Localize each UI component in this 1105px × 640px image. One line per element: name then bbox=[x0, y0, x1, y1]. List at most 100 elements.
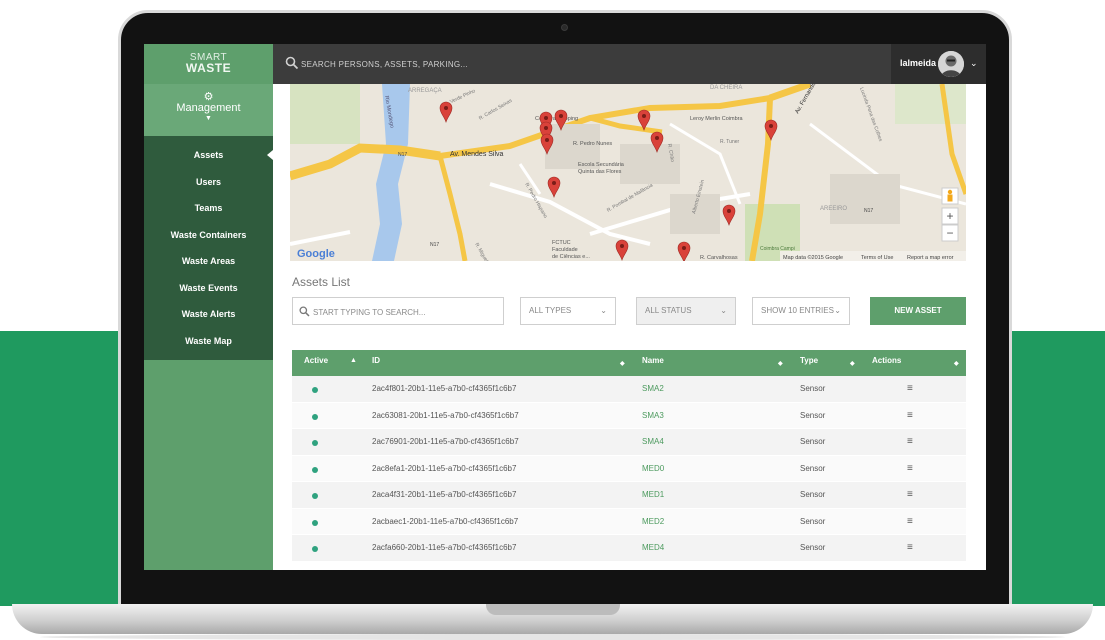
sidebar-item-waste-events[interactable]: Waste Events bbox=[144, 275, 273, 302]
sidebar-item-waste-areas[interactable]: Waste Areas bbox=[144, 248, 273, 275]
sidebar-item-assets[interactable]: Assets bbox=[144, 142, 273, 169]
chevron-down-icon: ⌄ bbox=[970, 58, 978, 68]
table-row[interactable]: 2acfa660-20b1-11e5-a7b0-cf4365f1c6b7 MED4… bbox=[292, 535, 966, 562]
entries-select[interactable]: SHOW 10 ENTRIES ⌄ bbox=[752, 297, 850, 325]
new-asset-button[interactable]: NEW ASSET bbox=[870, 297, 966, 325]
brand-logo[interactable]: SMART WASTE bbox=[144, 44, 273, 84]
management-section-toggle[interactable]: ⚙ Management ▼ bbox=[144, 84, 273, 136]
hamburger-icon[interactable]: ≡ bbox=[907, 482, 913, 508]
asset-type: Sensor bbox=[800, 437, 826, 446]
map-label: Escola Secundária bbox=[578, 162, 625, 168]
table-row[interactable]: 2ac63081-20b1-11e5-a7b0-cf4365f1c6b7 SMA3… bbox=[292, 402, 966, 429]
table-row[interactable]: 2ac8efa1-20b1-11e5-a7b0-cf4365f1c6b7 MED0… bbox=[292, 455, 966, 482]
hamburger-icon[interactable]: ≡ bbox=[907, 535, 913, 561]
pegman-icon[interactable] bbox=[941, 187, 959, 205]
chevron-down-icon: ▼ bbox=[205, 115, 212, 122]
map-label: AREEIRO bbox=[820, 206, 847, 212]
asset-id: 2acbaec1-20b1-11e5-a7b0-cf4365f1c6b7 bbox=[372, 516, 519, 526]
webcam bbox=[561, 24, 568, 31]
gear-icon: ⚙ bbox=[203, 91, 214, 103]
brand-line-2: WASTE bbox=[185, 61, 232, 75]
asset-id: 2acfa660-20b1-11e5-a7b0-cf4365f1c6b7 bbox=[372, 543, 517, 552]
hamburger-icon[interactable]: ≡ bbox=[907, 403, 913, 429]
sidebar: SMART WASTE ⚙ Management ▼ Assets Users … bbox=[144, 44, 273, 570]
hamburger-icon[interactable]: ≡ bbox=[907, 429, 913, 455]
type-filter-value: ALL TYPES bbox=[529, 306, 572, 315]
asset-type: Sensor bbox=[800, 384, 826, 393]
hamburger-icon[interactable]: ≡ bbox=[907, 509, 913, 535]
active-status-dot bbox=[312, 440, 318, 446]
map-label: R. Pedro Nunes bbox=[573, 141, 612, 147]
zoom-in-button[interactable]: + bbox=[941, 207, 959, 225]
asset-id: 2aca4f31-20b1-11e5-a7b0-cf4365f1c6b7 bbox=[372, 490, 517, 499]
sidebar-item-teams[interactable]: Teams bbox=[144, 195, 273, 222]
sidebar-item-waste-map[interactable]: Waste Map bbox=[144, 328, 273, 355]
asset-search-input[interactable] bbox=[313, 303, 499, 321]
asset-type: Sensor bbox=[800, 490, 826, 499]
sidebar-item-waste-containers[interactable]: Waste Containers bbox=[144, 222, 273, 249]
asset-name-link[interactable]: SMA4 bbox=[642, 429, 664, 455]
search-icon bbox=[285, 56, 299, 70]
sidebar-item-waste-alerts[interactable]: Waste Alerts bbox=[144, 301, 273, 328]
asset-name-link[interactable]: MED1 bbox=[642, 482, 664, 508]
status-filter-select[interactable]: ALL STATUS ⌄ bbox=[636, 297, 736, 325]
asset-name-link[interactable]: MED2 bbox=[642, 509, 664, 535]
map-label: FCTUC bbox=[552, 240, 571, 246]
table-row[interactable]: 2ac4f801-20b1-11e5-a7b0-cf4365f1c6b7 SMA2… bbox=[292, 376, 966, 403]
table-row[interactable]: 2aca4f31-20b1-11e5-a7b0-cf4365f1c6b7 MED1… bbox=[292, 482, 966, 509]
column-id[interactable]: ID bbox=[372, 350, 380, 376]
google-logo: Google bbox=[297, 248, 335, 260]
asset-type: Sensor bbox=[800, 410, 826, 420]
map-label: DA CHEIRA bbox=[710, 85, 742, 91]
hamburger-icon[interactable]: ≡ bbox=[907, 376, 913, 402]
asset-id: 2ac76901-20b1-11e5-a7b0-cf4365f1c6b7 bbox=[372, 437, 519, 446]
asset-map[interactable]: ARREGAÇA R. Verde Pinho R. Carlos Seixas… bbox=[290, 84, 966, 261]
asset-type: Sensor bbox=[800, 463, 826, 473]
search-icon bbox=[299, 306, 310, 317]
asset-id: 2ac8efa1-20b1-11e5-a7b0-cf4365f1c6b7 bbox=[372, 463, 517, 473]
asset-id: 2ac63081-20b1-11e5-a7b0-cf4365f1c6b7 bbox=[372, 410, 519, 420]
column-actions[interactable]: Actions bbox=[872, 350, 901, 376]
active-status-dot bbox=[312, 413, 318, 420]
username: lalmeida bbox=[900, 58, 937, 68]
column-active-label: Active bbox=[304, 356, 329, 365]
column-name-label: Name bbox=[642, 356, 664, 365]
map-label: Av. Mendes Silva bbox=[450, 151, 504, 158]
asset-type: Sensor bbox=[800, 543, 826, 552]
map-label: Leroy Merlin Coimbra bbox=[690, 116, 744, 122]
sidebar-item-users[interactable]: Users bbox=[144, 169, 273, 196]
column-actions-label: Actions bbox=[872, 356, 902, 365]
app-screen: SMART WASTE ⚙ Management ▼ Assets Users … bbox=[144, 44, 986, 570]
sidebar-nav: Assets Users Teams Waste Containers Wast… bbox=[144, 136, 273, 360]
hamburger-icon[interactable]: ≡ bbox=[907, 456, 913, 482]
avatar bbox=[938, 51, 964, 77]
assets-panel: Assets List ALL TYPES ⌄ ALL STATUS ⌄ SHO… bbox=[290, 261, 966, 570]
assets-table: Active ▲ ID ◆ Name ◆ Type ◆ Actions ◆ 2a… bbox=[292, 350, 966, 562]
nav-spacer bbox=[144, 354, 273, 360]
asset-name-link[interactable]: SMA2 bbox=[642, 376, 664, 402]
asset-name-link[interactable]: MED4 bbox=[642, 535, 664, 561]
table-row[interactable]: 2ac76901-20b1-11e5-a7b0-cf4365f1c6b7 SMA4… bbox=[292, 429, 966, 456]
active-status-dot bbox=[312, 387, 318, 393]
map-label: de Ciências e... bbox=[552, 254, 590, 260]
column-type[interactable]: Type bbox=[800, 350, 818, 376]
top-bar: lalmeida ⌄ bbox=[273, 44, 986, 84]
table-header: Active ▲ ID ◆ Name ◆ Type ◆ Actions ◆ bbox=[292, 350, 966, 376]
global-search-input[interactable] bbox=[301, 55, 601, 73]
status-filter-value: ALL STATUS bbox=[645, 306, 692, 315]
zoom-out-label: − bbox=[946, 226, 953, 240]
table-row[interactable]: 2acbaec1-20b1-11e5-a7b0-cf4365f1c6b7 MED2… bbox=[292, 508, 966, 535]
asset-type: Sensor bbox=[800, 516, 826, 526]
column-name[interactable]: Name bbox=[642, 350, 664, 376]
chevron-down-icon: ⌄ bbox=[720, 306, 727, 315]
map-label: N17 bbox=[430, 242, 439, 248]
zoom-out-button[interactable]: − bbox=[941, 224, 959, 242]
column-active[interactable]: Active bbox=[304, 350, 328, 376]
user-menu[interactable]: lalmeida ⌄ bbox=[891, 44, 986, 84]
zoom-in-label: + bbox=[946, 209, 953, 223]
asset-search-box[interactable] bbox=[292, 297, 504, 325]
type-filter-select[interactable]: ALL TYPES ⌄ bbox=[520, 297, 616, 325]
brand-line-1: SMART bbox=[189, 52, 228, 63]
asset-name-link[interactable]: SMA3 bbox=[642, 403, 664, 429]
asset-name-link[interactable]: MED0 bbox=[642, 456, 664, 482]
